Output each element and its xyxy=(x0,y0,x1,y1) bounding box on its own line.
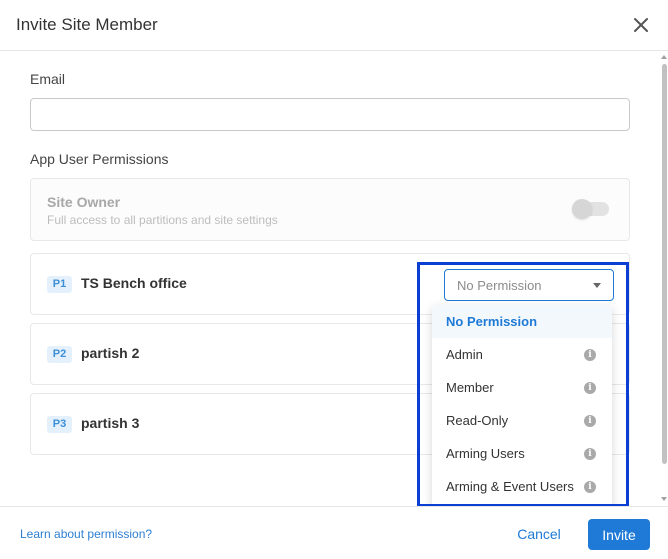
site-owner-description: Full access to all partitions and site s… xyxy=(47,213,278,227)
dropdown-option-arming-users[interactable]: Arming Users i xyxy=(432,437,612,470)
partition-name: partish 2 xyxy=(81,345,140,361)
partition-badge: P3 xyxy=(47,416,72,433)
dialog-title: Invite Site Member xyxy=(16,15,158,34)
info-icon[interactable]: i xyxy=(584,349,596,361)
info-icon[interactable]: i xyxy=(584,415,596,427)
dropdown-option-admin[interactable]: Admin i xyxy=(432,338,612,371)
permission-dropdown-menu: No Permission Admin i Member i Read-Only… xyxy=(432,305,612,508)
permission-select-value: No Permission xyxy=(457,278,542,293)
close-icon[interactable] xyxy=(630,14,652,36)
option-label: Arming & Event Users xyxy=(446,479,574,494)
option-label: Read-Only xyxy=(446,413,509,428)
cancel-button[interactable]: Cancel xyxy=(512,519,566,549)
permission-select[interactable]: No Permission xyxy=(444,269,614,301)
permissions-label: App User Permissions xyxy=(30,151,169,167)
partition-name: TS Bench office xyxy=(81,275,187,291)
scrollbar[interactable] xyxy=(660,51,668,506)
site-owner-card: Site Owner Full access to all partitions… xyxy=(30,178,630,241)
option-label: No Permission xyxy=(446,314,538,329)
dropdown-option-arming-event-users[interactable]: Arming & Event Users i xyxy=(432,470,612,503)
site-owner-title: Site Owner xyxy=(47,194,121,210)
info-icon[interactable]: i xyxy=(584,448,596,460)
dialog-header: Invite Site Member xyxy=(0,0,668,51)
partition-badge: P1 xyxy=(47,276,72,293)
chevron-down-icon xyxy=(593,283,601,288)
option-label: Arming Users xyxy=(446,446,525,461)
site-owner-toggle[interactable] xyxy=(572,199,609,219)
dropdown-option-read-only[interactable]: Read-Only i xyxy=(432,404,612,437)
partition-badge: P2 xyxy=(47,346,72,363)
partition-name: partish 3 xyxy=(81,415,140,431)
dropdown-option-no-permission[interactable]: No Permission xyxy=(432,305,612,338)
option-label: Admin xyxy=(446,347,483,362)
toggle-knob xyxy=(572,199,592,219)
scroll-down-icon[interactable] xyxy=(661,497,667,501)
option-label: Member xyxy=(446,380,494,395)
dropdown-option-member[interactable]: Member i xyxy=(432,371,612,404)
scroll-up-icon[interactable] xyxy=(661,55,667,59)
email-field[interactable] xyxy=(30,98,630,131)
invite-button[interactable]: Invite xyxy=(588,519,650,550)
email-label: Email xyxy=(30,71,66,87)
info-icon[interactable]: i xyxy=(584,382,596,394)
dialog-footer: Learn about permission? Cancel Invite xyxy=(0,506,668,559)
learn-permission-link[interactable]: Learn about permission? xyxy=(20,527,152,541)
scrollbar-thumb[interactable] xyxy=(662,64,667,464)
info-icon[interactable]: i xyxy=(584,481,596,493)
